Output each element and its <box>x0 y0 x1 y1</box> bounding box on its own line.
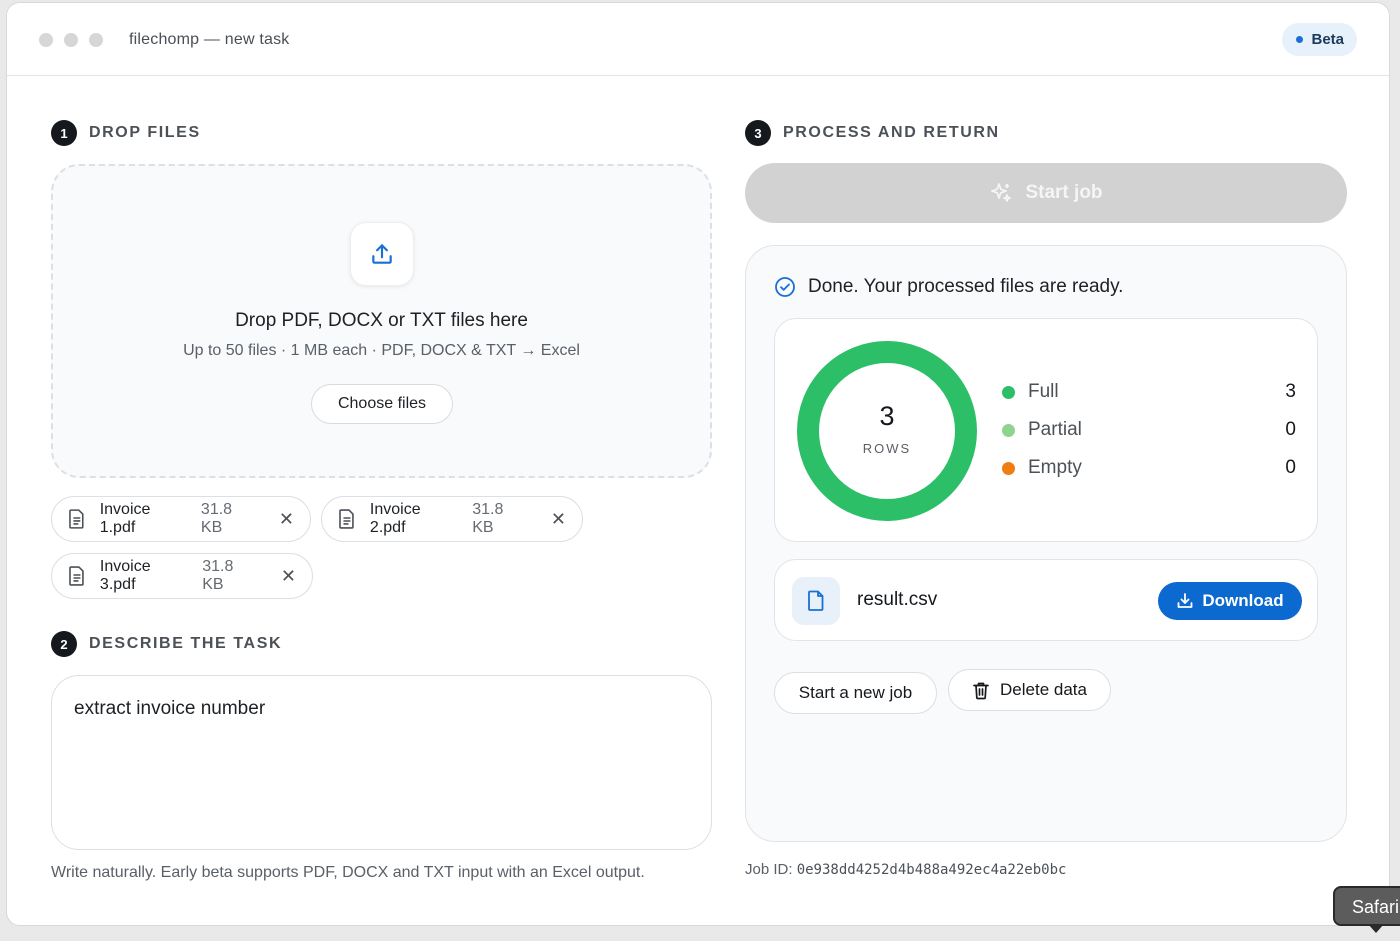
step-label: PROCESS AND RETURN <box>783 124 1000 141</box>
step-drop-files: 1 DROP FILES <box>51 120 201 146</box>
legend-value: 3 <box>1285 381 1296 402</box>
job-id: Job ID: 0e938dd4252d4b488a492ec4a22eb0bc <box>745 861 1066 878</box>
safari-tooltip: Safari <box>1333 886 1400 926</box>
minimize-window-button[interactable] <box>64 33 78 47</box>
choose-files-button[interactable]: Choose files <box>311 384 453 424</box>
beta-badge-label: Beta <box>1311 31 1344 48</box>
start-job-button[interactable]: Start job <box>745 163 1347 223</box>
delete-data-button[interactable]: Delete data <box>948 669 1111 711</box>
tooltip-arrow <box>1368 924 1384 933</box>
legend-item-full: Full 3 <box>1002 379 1296 405</box>
legend-name: Empty <box>1028 457 1082 478</box>
file-name: Invoice 2.pdf <box>369 501 421 536</box>
legend-name: Partial <box>1028 419 1082 440</box>
upload-icon[interactable] <box>350 222 414 286</box>
document-icon <box>339 509 354 529</box>
document-icon <box>69 566 84 586</box>
rows-label: ROWS <box>862 441 912 456</box>
results-panel: Done. Your processed files are ready. 3 … <box>745 245 1347 842</box>
window-title: filechomp — new task <box>129 31 290 48</box>
legend-item-empty: Empty 0 <box>1002 455 1296 481</box>
file-size: 31.8 KB <box>472 501 504 536</box>
step-number: 2 <box>51 631 77 657</box>
beta-badge: Beta <box>1282 23 1357 56</box>
job-id-value: 0e938dd4252d4b488a492ec4a22eb0bc <box>796 862 1067 878</box>
remove-file-icon[interactable]: ✕ <box>551 510 566 528</box>
trash-icon <box>973 682 989 699</box>
delete-data-label: Delete data <box>1000 680 1087 699</box>
step-process-return: 3 PROCESS AND RETURN <box>745 120 1000 146</box>
legend-value: 0 <box>1285 457 1296 478</box>
status-text: Done. Your processed files are ready. <box>808 276 1124 297</box>
remove-file-icon[interactable]: ✕ <box>281 567 296 585</box>
result-file-card: result.csv Download <box>774 559 1318 641</box>
legend-dot-icon <box>1002 385 1015 399</box>
file-dropzone[interactable]: Drop PDF, DOCX or TXT files here Up to 5… <box>51 164 712 478</box>
legend-name: Full <box>1028 381 1059 402</box>
file-chip: Invoice 1.pdf 31.8 KB ✕ <box>51 496 311 542</box>
file-chip: Invoice 3.pdf 31.8 KB ✕ <box>51 553 313 599</box>
file-size: 31.8 KB <box>202 558 234 593</box>
step-label: DESCRIBE THE TASK <box>89 635 283 652</box>
zoom-window-button[interactable] <box>89 33 103 47</box>
step-describe-task: 2 DESCRIBE THE TASK <box>51 631 282 657</box>
status-dot-icon <box>1296 36 1304 43</box>
step-number: 1 <box>51 120 77 146</box>
step-label: DROP FILES <box>89 124 201 141</box>
start-new-job-button[interactable]: Start a new job <box>774 672 937 714</box>
step-number: 3 <box>745 120 771 146</box>
file-icon <box>792 577 840 625</box>
legend-value: 0 <box>1285 419 1296 440</box>
dropzone-title: Drop PDF, DOCX or TXT files here <box>235 310 528 331</box>
document-icon <box>69 509 84 529</box>
file-name: Invoice 3.pdf <box>99 558 151 593</box>
close-window-button[interactable] <box>39 33 53 47</box>
task-description-input[interactable]: extract invoice number <box>51 675 712 850</box>
remove-file-icon[interactable]: ✕ <box>279 510 294 528</box>
check-circle-icon <box>775 277 795 297</box>
legend-dot-icon <box>1002 423 1015 437</box>
status-message: Done. Your processed files are ready. <box>774 276 1123 298</box>
title-bar: filechomp — new task Beta <box>7 3 1389 76</box>
file-name: Invoice 1.pdf <box>99 501 151 536</box>
legend-item-partial: Partial 0 <box>1002 417 1296 443</box>
download-button[interactable]: Download <box>1158 582 1302 620</box>
file-chip: Invoice 2.pdf 31.8 KB ✕ <box>321 496 583 542</box>
start-job-label: Start job <box>1025 182 1103 203</box>
rows-summary-card: 3 ROWS Full 3 Partial 0 Empty 0 <box>774 318 1318 542</box>
job-id-label: Job ID: <box>745 861 793 878</box>
rows-count: 3 <box>879 401 895 431</box>
download-icon <box>1177 593 1193 608</box>
sparkles-icon <box>991 183 1012 202</box>
dropzone-subtitle: Up to 50 files · 1 MB each · PDF, DOCX &… <box>183 342 580 359</box>
app-window: filechomp — new task Beta 1 DROP FILES D… <box>6 2 1390 926</box>
legend-dot-icon <box>1002 461 1015 475</box>
file-size: 31.8 KB <box>200 501 233 536</box>
download-label: Download <box>1202 591 1284 610</box>
task-hint: Write naturally. Early beta supports PDF… <box>51 864 645 881</box>
result-file-name: result.csv <box>857 589 938 610</box>
